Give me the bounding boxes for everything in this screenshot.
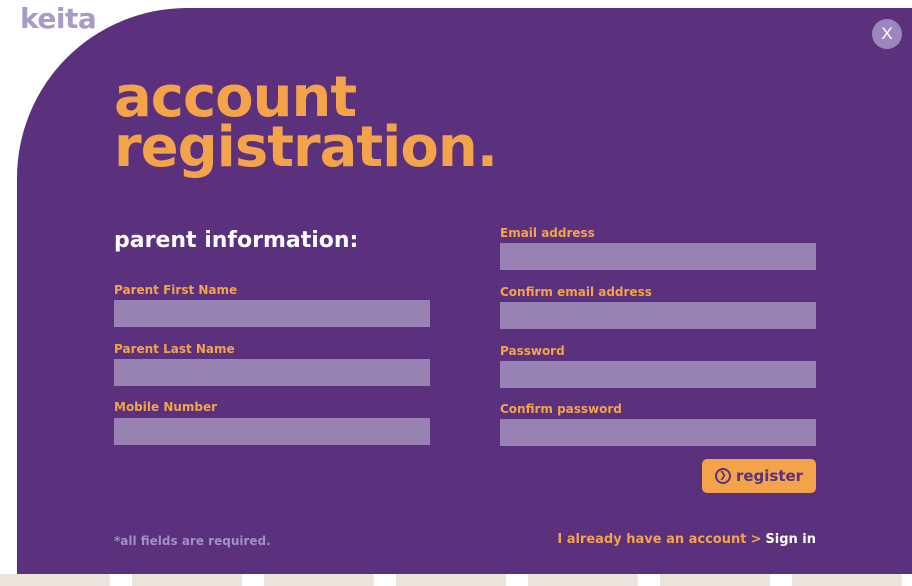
parent-first-name-field[interactable]	[114, 300, 430, 327]
brand-logo[interactable]: keita	[20, 2, 97, 35]
background-thumbnail	[396, 574, 506, 586]
signin-row: I already have an account > Sign in	[557, 532, 816, 547]
signin-separator: >	[750, 532, 762, 547]
background-thumbnail	[0, 574, 110, 586]
chevron-right-circle-icon: ❯	[714, 468, 731, 484]
parent-last-name-field[interactable]	[114, 359, 430, 386]
confirm-password-field[interactable]	[500, 419, 816, 446]
register-button[interactable]: ❯ register	[702, 459, 816, 493]
close-button[interactable]: X	[872, 19, 902, 49]
confirm-email-field[interactable]	[500, 302, 816, 329]
background-thumbnail	[660, 574, 770, 586]
background-thumbnail	[264, 574, 374, 586]
parent-information-heading: parent information:	[114, 228, 359, 253]
signin-prompt: I already have an account	[557, 532, 747, 547]
confirm-password-label: Confirm password	[500, 402, 622, 416]
password-label: Password	[500, 344, 565, 358]
register-button-label: register	[735, 467, 804, 485]
background-thumbnail	[132, 574, 242, 586]
required-fields-note: *all fields are required.	[114, 534, 271, 548]
mobile-number-field[interactable]	[114, 418, 430, 445]
background-image-strip	[0, 574, 912, 586]
background-thumbnail	[792, 574, 902, 586]
mobile-number-label: Mobile Number	[114, 400, 218, 414]
parent-first-name-label: Parent First Name	[114, 283, 238, 297]
parent-last-name-label: Parent Last Name	[114, 342, 235, 356]
email-address-field[interactable]	[500, 243, 816, 270]
email-address-label: Email address	[500, 226, 595, 240]
page-title-line-2: registration.	[114, 115, 498, 180]
signin-link[interactable]: Sign in	[765, 532, 816, 547]
confirm-email-label: Confirm email address	[500, 285, 652, 299]
registration-page: keita X account registration. parent inf…	[0, 0, 912, 586]
page-title: account registration.	[114, 70, 498, 180]
password-field[interactable]	[500, 361, 816, 388]
background-thumbnail	[528, 574, 638, 586]
